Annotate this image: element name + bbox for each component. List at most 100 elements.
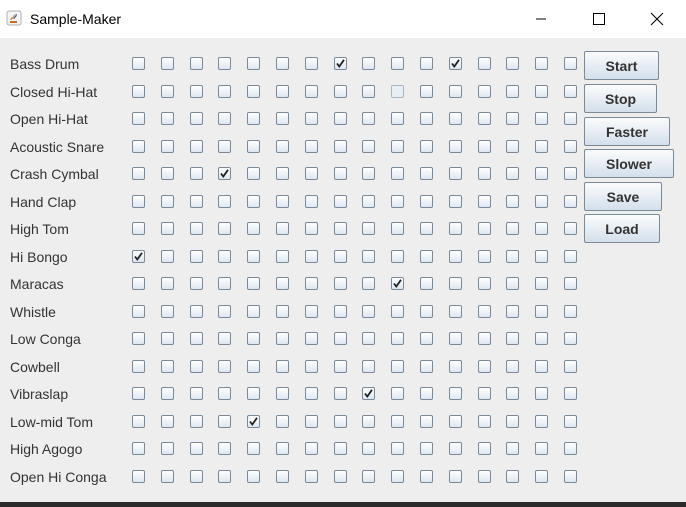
beat-checkbox[interactable] [276, 194, 289, 208]
beat-checkbox[interactable] [478, 167, 491, 180]
beat-checkbox[interactable] [247, 167, 260, 180]
beat-checkbox[interactable] [535, 112, 548, 125]
beat-checkbox[interactable] [535, 469, 548, 483]
beat-checkbox[interactable] [247, 359, 260, 373]
beat-checkbox[interactable] [218, 387, 231, 400]
beat-checkbox[interactable] [132, 167, 145, 180]
beat-checkbox[interactable] [391, 414, 404, 428]
beat-checkbox[interactable] [276, 359, 289, 373]
beat-checkbox[interactable] [190, 112, 203, 125]
beat-checkbox[interactable] [190, 442, 203, 455]
beat-checkbox[interactable] [506, 469, 519, 483]
beat-checkbox[interactable] [478, 194, 491, 208]
beat-checkbox[interactable] [506, 387, 519, 400]
beat-checkbox[interactable] [564, 304, 577, 318]
beat-checkbox[interactable] [161, 139, 174, 153]
beat-checkbox[interactable] [132, 222, 145, 235]
beat-checkbox[interactable] [564, 387, 577, 400]
slower-button[interactable]: Slower [584, 149, 674, 178]
beat-checkbox[interactable] [334, 359, 347, 373]
beat-checkbox[interactable] [391, 277, 404, 290]
beat-checkbox[interactable] [190, 57, 203, 70]
beat-checkbox[interactable] [161, 469, 174, 483]
beat-checkbox[interactable] [247, 304, 260, 318]
beat-checkbox[interactable] [218, 442, 231, 455]
beat-checkbox[interactable] [190, 414, 203, 428]
beat-checkbox[interactable] [449, 277, 462, 290]
faster-button[interactable]: Faster [584, 117, 670, 146]
beat-checkbox[interactable] [535, 332, 548, 345]
beat-checkbox[interactable] [190, 332, 203, 345]
beat-checkbox[interactable] [132, 442, 145, 455]
beat-checkbox[interactable] [506, 304, 519, 318]
beat-checkbox[interactable] [247, 332, 260, 345]
beat-checkbox[interactable] [218, 139, 231, 153]
beat-checkbox[interactable] [478, 277, 491, 290]
beat-checkbox[interactable] [420, 359, 433, 373]
beat-checkbox[interactable] [535, 249, 548, 263]
beat-checkbox[interactable] [334, 84, 347, 98]
beat-checkbox[interactable] [132, 84, 145, 98]
beat-checkbox[interactable] [190, 469, 203, 483]
beat-checkbox[interactable] [478, 139, 491, 153]
beat-checkbox[interactable] [478, 332, 491, 345]
beat-checkbox[interactable] [190, 84, 203, 98]
beat-checkbox[interactable] [506, 139, 519, 153]
beat-checkbox[interactable] [449, 249, 462, 263]
beat-checkbox[interactable] [391, 139, 404, 153]
beat-checkbox[interactable] [334, 304, 347, 318]
beat-checkbox[interactable] [564, 112, 577, 125]
beat-checkbox[interactable] [362, 277, 375, 290]
beat-checkbox[interactable] [362, 194, 375, 208]
beat-checkbox[interactable] [190, 304, 203, 318]
beat-checkbox[interactable] [276, 304, 289, 318]
beat-checkbox[interactable] [420, 57, 433, 70]
beat-checkbox[interactable] [305, 332, 318, 345]
beat-checkbox[interactable] [362, 139, 375, 153]
beat-checkbox[interactable] [276, 167, 289, 180]
beat-checkbox[interactable] [420, 304, 433, 318]
beat-checkbox[interactable] [305, 387, 318, 400]
beat-checkbox[interactable] [564, 442, 577, 455]
beat-checkbox[interactable] [564, 414, 577, 428]
beat-checkbox[interactable] [478, 387, 491, 400]
start-button[interactable]: Start [584, 51, 659, 80]
beat-checkbox[interactable] [391, 222, 404, 235]
beat-checkbox[interactable] [305, 139, 318, 153]
beat-checkbox[interactable] [190, 387, 203, 400]
beat-checkbox[interactable] [506, 57, 519, 70]
beat-checkbox[interactable] [305, 277, 318, 290]
beat-checkbox[interactable] [247, 442, 260, 455]
beat-checkbox[interactable] [276, 249, 289, 263]
beat-checkbox[interactable] [334, 277, 347, 290]
beat-checkbox[interactable] [218, 112, 231, 125]
beat-checkbox[interactable] [132, 332, 145, 345]
beat-checkbox[interactable] [218, 414, 231, 428]
beat-checkbox[interactable] [161, 414, 174, 428]
beat-checkbox[interactable] [190, 277, 203, 290]
beat-checkbox[interactable] [362, 167, 375, 180]
beat-checkbox[interactable] [420, 167, 433, 180]
beat-checkbox[interactable] [247, 57, 260, 70]
beat-checkbox[interactable] [564, 277, 577, 290]
beat-checkbox[interactable] [362, 249, 375, 263]
beat-checkbox[interactable] [276, 84, 289, 98]
beat-checkbox[interactable] [132, 249, 145, 263]
beat-checkbox[interactable] [362, 387, 375, 400]
beat-checkbox[interactable] [362, 414, 375, 428]
beat-checkbox[interactable] [449, 57, 462, 70]
beat-checkbox[interactable] [478, 84, 491, 98]
beat-checkbox[interactable] [161, 84, 174, 98]
beat-checkbox[interactable] [276, 469, 289, 483]
beat-checkbox[interactable] [391, 387, 404, 400]
beat-checkbox[interactable] [334, 194, 347, 208]
beat-checkbox[interactable] [161, 277, 174, 290]
beat-checkbox[interactable] [564, 167, 577, 180]
beat-checkbox[interactable] [478, 249, 491, 263]
beat-checkbox[interactable] [506, 249, 519, 263]
beat-checkbox[interactable] [420, 469, 433, 483]
beat-checkbox[interactable] [420, 277, 433, 290]
beat-checkbox[interactable] [132, 57, 145, 70]
beat-checkbox[interactable] [334, 249, 347, 263]
beat-checkbox[interactable] [276, 414, 289, 428]
